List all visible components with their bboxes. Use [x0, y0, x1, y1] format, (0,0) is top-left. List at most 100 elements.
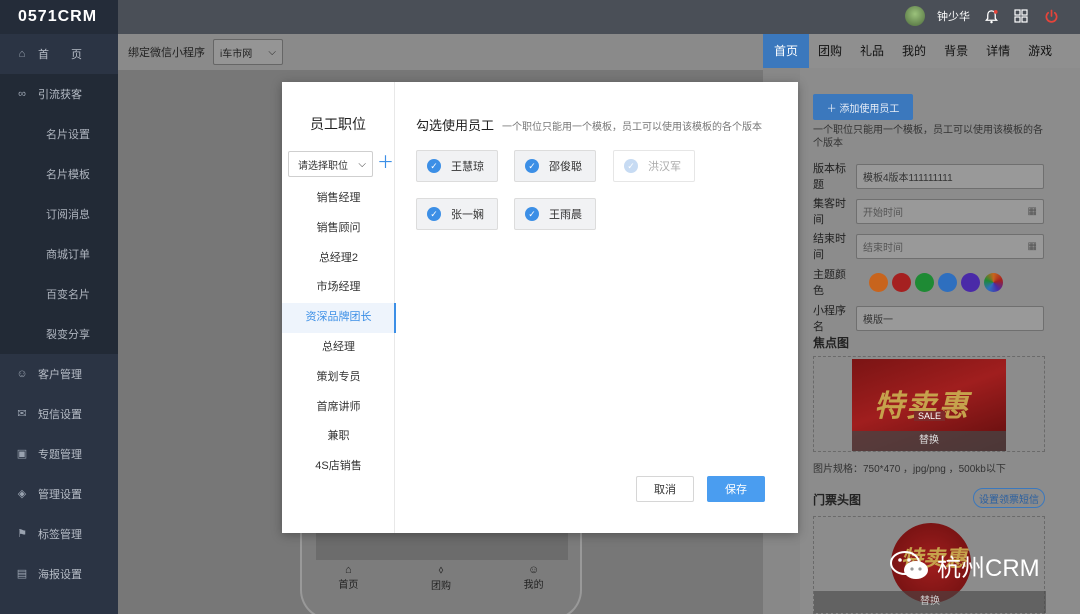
- position-item[interactable]: 销售经理: [282, 184, 395, 214]
- save-button[interactable]: 保存: [707, 476, 765, 502]
- watermark-text: 杭州CRM: [937, 555, 1040, 582]
- sidebar-subitem-card-settings[interactable]: 名片设置: [0, 114, 118, 154]
- employee-checkbox[interactable]: ✓ 王雨晨: [514, 198, 596, 230]
- position-select-placeholder: 请选择职位: [298, 160, 348, 172]
- sidebar-item-sms[interactable]: ✉ 短信设置: [0, 394, 118, 434]
- sidebar-subitem-orders[interactable]: 商城订单: [0, 234, 118, 274]
- sidebar-item-admin[interactable]: ◈ 管理设置: [0, 474, 118, 514]
- mini-program-select[interactable]: i车市网 ⌵: [213, 39, 283, 65]
- home-icon: ⌂: [345, 564, 352, 576]
- grid-icon[interactable]: [1012, 7, 1030, 25]
- check-icon: ✓: [624, 159, 638, 173]
- employee-pane-subtitle: 一个职位只能用一个模板，员工可以使用该模板的各个版本: [502, 122, 763, 133]
- power-icon[interactable]: [1042, 7, 1060, 25]
- replace-ticket-image-button[interactable]: 替换: [814, 591, 1046, 613]
- position-select[interactable]: 请选择职位 ⌵: [288, 151, 373, 177]
- tab-groupbuy[interactable]: 团购: [809, 34, 851, 68]
- sidebar-subitem-fission-share[interactable]: 裂变分享: [0, 314, 118, 354]
- employee-name: 王慧琼: [451, 161, 484, 173]
- focus-image-title: 焦点图: [813, 336, 850, 350]
- bell-icon[interactable]: [982, 7, 1000, 25]
- focus-image-upload[interactable]: 特卖惠 SALE 替换: [813, 356, 1045, 452]
- employee-name: 王雨晨: [549, 209, 582, 221]
- sidebar-item-home[interactable]: ⌂ 首 页: [0, 34, 118, 74]
- position-item[interactable]: 总经理2: [282, 244, 395, 274]
- employee-name: 张一娴: [451, 209, 484, 221]
- position-item[interactable]: 销售顾问: [282, 214, 395, 244]
- sidebar-item-label: 管理设置: [38, 489, 82, 501]
- position-item-selected[interactable]: 资深品牌团长: [282, 303, 396, 333]
- username[interactable]: 钟少华: [937, 8, 970, 24]
- position-item[interactable]: 首席讲师: [282, 393, 395, 423]
- phone-nav-home[interactable]: ⌂ 首页: [338, 564, 358, 592]
- position-item[interactable]: 4S店销售: [282, 452, 395, 482]
- color-swatch-custom[interactable]: [984, 272, 1003, 292]
- mini-name-label: 小程序名: [813, 305, 846, 333]
- sidebar-item-label: 首 页: [38, 49, 82, 61]
- sidebar-item-posters[interactable]: ▤ 海报设置: [0, 554, 118, 594]
- color-swatch-purple[interactable]: [961, 272, 980, 292]
- sidebar-item-traffic[interactable]: ∞ 引流获客: [0, 74, 118, 114]
- doc-icon: ▣: [16, 448, 28, 460]
- sidebar-subitem-subscriptions[interactable]: 订阅消息: [0, 194, 118, 234]
- sidebar-item-label: 引流获客: [38, 89, 82, 101]
- add-employee-button[interactable]: ＋ 添加使用员工: [813, 94, 913, 120]
- sidebar-item-customers[interactable]: ☺ 客户管理: [0, 354, 118, 394]
- mini-program-label: 绑定微信小程序: [128, 47, 205, 59]
- phone-nav-mine[interactable]: ☺ 我的: [524, 564, 544, 592]
- ticket-sms-button[interactable]: 设置领票短信: [973, 488, 1045, 508]
- tab-background[interactable]: 背景: [935, 34, 977, 68]
- tab-gifts[interactable]: 礼品: [851, 34, 893, 68]
- position-item[interactable]: 总经理: [282, 333, 395, 363]
- employee-name: 洪汉军: [648, 161, 681, 173]
- end-time-input[interactable]: 结束时间 ▦: [856, 233, 1044, 259]
- color-swatch-green[interactable]: [915, 272, 934, 292]
- position-item[interactable]: 兼职: [282, 422, 395, 452]
- sidebar-subitem-card-templates[interactable]: 名片模板: [0, 154, 118, 194]
- start-time-input[interactable]: 开始时间 ▦: [856, 198, 1044, 224]
- image-icon: ▤: [16, 568, 28, 580]
- color-swatch-orange[interactable]: [869, 272, 888, 292]
- sidebar-item-label: 海报设置: [38, 569, 82, 581]
- sidebar-item-label: 专题管理: [38, 449, 82, 461]
- sidebar-item-tags[interactable]: ⚑ 标签管理: [0, 514, 118, 554]
- mini-name-input[interactable]: 模版一: [856, 305, 1044, 331]
- employee-checkbox-disabled: ✓ 洪汉军: [613, 150, 695, 182]
- version-title-input[interactable]: 模板4版本111111111: [856, 163, 1044, 189]
- version-title-row: 版本标题 模板4版本111111111: [813, 160, 1044, 192]
- template-tabs: 首页 团购 礼品 我的 背景 详情 游戏: [763, 34, 1080, 68]
- calendar-icon: ▦: [1027, 205, 1037, 217]
- cancel-button[interactable]: 取消: [636, 476, 694, 502]
- color-swatch-red[interactable]: [892, 272, 911, 292]
- mini-name-value: 模版一: [863, 314, 893, 326]
- employee-checkbox[interactable]: ✓ 张一娴: [416, 198, 498, 230]
- employee-checkbox[interactable]: ✓ 王慧琼: [416, 150, 498, 182]
- settings-panel: ＋ 添加使用员工 一个职位只能用一个模板，员工可以使用该模板的各个版本 版本标题…: [800, 68, 1080, 614]
- position-item[interactable]: 市场经理: [282, 273, 395, 303]
- share-icon: ∞: [18, 88, 26, 100]
- replace-image-button[interactable]: 替换: [852, 431, 1006, 451]
- add-position-icon[interactable]: ＋: [377, 153, 394, 173]
- tab-games[interactable]: 游戏: [1019, 34, 1061, 68]
- employee-checkbox[interactable]: ✓ 邵俊聪: [514, 150, 596, 182]
- check-icon: ✓: [525, 159, 539, 173]
- tab-home[interactable]: 首页: [763, 34, 810, 68]
- mail-icon: ✉: [17, 408, 27, 420]
- sidebar-item-label: 短信设置: [38, 409, 82, 421]
- tab-mine[interactable]: 我的: [893, 34, 935, 68]
- banner-sale: SALE: [914, 411, 946, 421]
- check-icon: ✓: [427, 207, 441, 221]
- color-swatch-blue[interactable]: [938, 272, 957, 292]
- sidebar: 0571CRM ⌂ 首 页 ∞ 引流获客 名片设置 名片模板 订阅消息 商城订单 百…: [0, 0, 118, 614]
- phone-nav-groupbuy[interactable]: ⬨ 团购: [431, 564, 451, 592]
- tab-details[interactable]: 详情: [977, 34, 1019, 68]
- theme-color-row: 主题颜色: [813, 266, 1003, 298]
- employee-pane-header: 勾选使用员工 一个职位只能用一个模板，员工可以使用该模板的各个版本: [416, 115, 762, 134]
- layers-icon: ◈: [17, 488, 27, 500]
- position-item[interactable]: 策划专员: [282, 363, 395, 393]
- sidebar-subitem-varied-cards[interactable]: 百变名片: [0, 274, 118, 314]
- phone-nav-label: 首页: [338, 580, 359, 591]
- avatar[interactable]: [905, 6, 925, 26]
- sidebar-item-topics[interactable]: ▣ 专题管理: [0, 434, 118, 474]
- focus-image: 特卖惠 SALE 替换: [852, 359, 1006, 451]
